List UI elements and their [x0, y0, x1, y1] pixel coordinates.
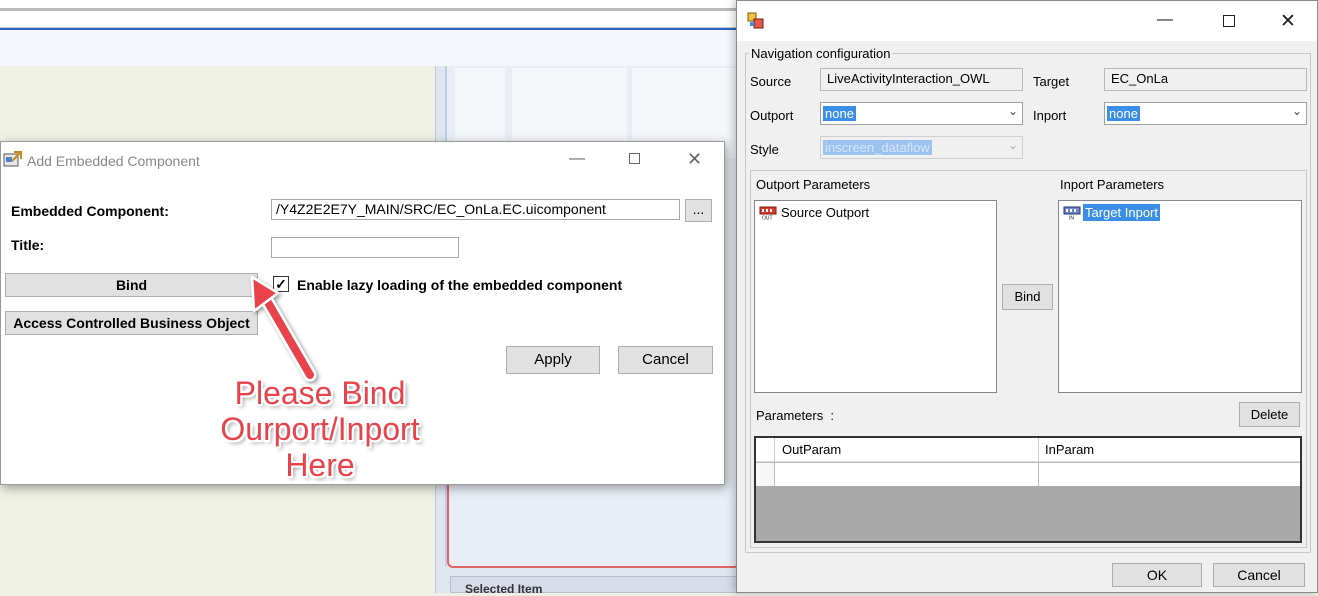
outport-parameters-list[interactable]: OUT Source Outport [754, 200, 997, 393]
inport-selected: none [1107, 106, 1140, 121]
ok-button[interactable]: OK [1112, 563, 1202, 587]
selected-item-header[interactable]: Selected Item [450, 576, 740, 596]
title-label: Title: [11, 237, 45, 253]
close-button[interactable]: ✕ [687, 149, 702, 170]
component-icon [3, 151, 22, 167]
outport-selected: none [823, 106, 856, 121]
close-button[interactable]: ✕ [1280, 10, 1296, 33]
chevron-down-icon: ⌄ [1007, 104, 1018, 118]
group-title: Navigation configuration [749, 46, 893, 61]
list-item-label: Target Inport [1083, 204, 1160, 221]
outport-parameters-label: Outport Parameters [756, 177, 871, 192]
annotation-line: Here [285, 447, 355, 483]
minimize-button[interactable]: — [569, 150, 585, 168]
delete-button[interactable]: Delete [1239, 402, 1300, 427]
embedded-component-field[interactable]: /Y4Z2E2E7Y_MAIN/SRC/EC_OnLa.EC.uicompone… [271, 199, 680, 220]
annotation-line: Ourport/Inport [220, 411, 420, 447]
column-header-inparam[interactable]: InParam [1045, 442, 1094, 457]
annotation-line: Please Bind [234, 375, 406, 411]
column-divider [1038, 463, 1039, 486]
parameters-grid[interactable]: OutParam InParam [754, 436, 1302, 543]
bind-button[interactable]: Bind [1002, 284, 1053, 310]
cancel-button[interactable]: Cancel [618, 346, 713, 374]
outport-dropdown[interactable]: none ⌄ [820, 102, 1023, 125]
style-label: Style [750, 142, 779, 157]
annotation-text: Please Bind Ourport/Inport Here [205, 375, 435, 483]
inport-parameters-list[interactable]: IN Target Inport [1058, 200, 1302, 393]
source-label: Source [750, 74, 792, 89]
access-controlled-business-object-button[interactable]: Access Controlled Business Object [5, 311, 258, 335]
target-field: EC_OnLa [1104, 68, 1307, 91]
editor-toolbar-divider [0, 8, 740, 11]
table-row[interactable] [756, 462, 1300, 486]
row-header[interactable] [756, 463, 775, 486]
inport-icon: IN [1063, 206, 1081, 221]
svg-text:IN: IN [1069, 216, 1074, 221]
title-field[interactable] [271, 237, 459, 258]
cancel-button[interactable]: Cancel [1213, 563, 1305, 587]
apply-button[interactable]: Apply [506, 346, 600, 374]
svg-text:OUT: OUT [762, 216, 773, 221]
navigation-configuration-window: — ✕ Navigation configuration Source Live… [736, 0, 1318, 593]
app-icon [747, 12, 764, 29]
column-header-outparam[interactable]: OutParam [782, 442, 841, 457]
column-divider [1038, 438, 1039, 462]
chevron-down-icon: ⌄ [1007, 138, 1018, 152]
list-item-label: Source Outport [781, 205, 870, 220]
chevron-down-icon: ⌄ [1291, 104, 1302, 118]
maximize-button[interactable] [1223, 15, 1235, 27]
editor-toolbar [0, 0, 740, 28]
highlighted-frame [447, 480, 740, 568]
minimize-button[interactable]: — [1157, 11, 1173, 29]
maximize-button[interactable] [629, 153, 640, 164]
embedded-component-label: Embedded Component: [11, 203, 169, 219]
outport-label: Outport [750, 108, 794, 123]
dialog-title: Add Embedded Component [27, 153, 200, 169]
outport-icon: OUT [759, 206, 777, 221]
bind-button[interactable]: Bind [5, 273, 258, 297]
parameters-label: Parameters : [756, 408, 835, 423]
browse-button[interactable]: ... [685, 199, 712, 222]
parameters-label-text: Parameters [756, 408, 824, 423]
source-field: LiveActivityInteraction_OWL [820, 68, 1023, 91]
grid-header: OutParam InParam [756, 438, 1300, 462]
inport-dropdown[interactable]: none ⌄ [1104, 102, 1307, 125]
target-label: Target [1033, 74, 1070, 89]
editor-header-band [0, 28, 740, 66]
inport-parameters-label: Inport Parameters [1060, 177, 1165, 192]
style-dropdown[interactable]: inscreen_dataflow ⌄ [820, 136, 1023, 159]
row-header-corner [756, 438, 775, 462]
lazy-loading-label[interactable]: Enable lazy loading of the embedded comp… [297, 277, 622, 293]
annotation-arrow-icon [250, 275, 317, 382]
inport-label: Inport [1033, 108, 1067, 123]
style-selected: inscreen_dataflow [823, 140, 932, 155]
